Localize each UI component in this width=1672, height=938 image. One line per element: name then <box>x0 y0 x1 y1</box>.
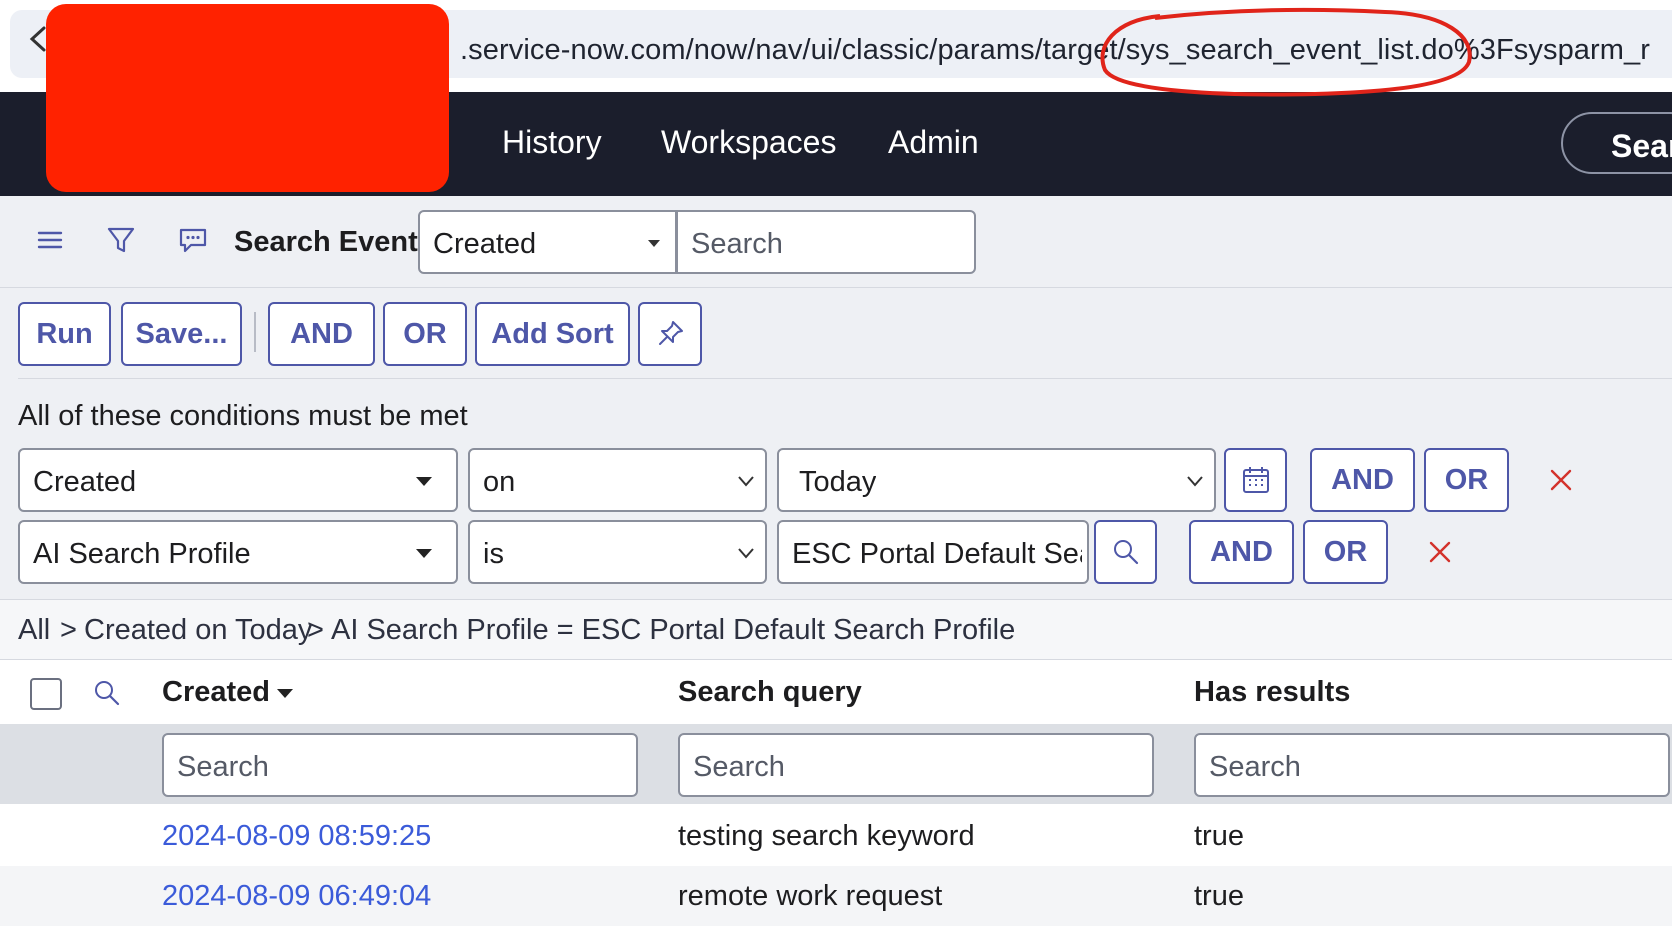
breadcrumb-separator: > <box>60 614 77 646</box>
created-search-input[interactable]: Search <box>162 733 638 797</box>
condition-2-field-value: AI Search Profile <box>33 538 251 570</box>
condition-2-value: ESC Portal Default Sear <box>792 538 1082 570</box>
close-icon[interactable] <box>1546 465 1576 495</box>
search-query-search-input[interactable]: Search <box>678 733 1154 797</box>
conditions-label: All of these conditions must be met <box>18 400 468 432</box>
nav-history[interactable]: History <box>502 124 602 161</box>
save-button[interactable]: Save... <box>121 302 242 366</box>
list-search-input[interactable]: Search <box>676 210 976 274</box>
condition-2-value-input[interactable]: ESC Portal Default Sear <box>777 520 1089 584</box>
condition-2-or-button[interactable]: OR <box>1303 520 1388 584</box>
condition-1-value-select[interactable]: Today <box>777 448 1216 512</box>
add-sort-button[interactable]: Add Sort <box>475 302 630 366</box>
caret-down-icon <box>648 240 660 247</box>
search-icon[interactable] <box>92 678 122 708</box>
condition-1-and-button[interactable]: AND <box>1310 448 1415 512</box>
search-query-cell: remote work request <box>678 880 943 912</box>
search-field-select-value: Created <box>433 228 537 260</box>
close-icon[interactable] <box>1425 537 1455 567</box>
has-results-search-placeholder: Search <box>1209 751 1301 783</box>
condition-1-field-value: Created <box>33 466 137 498</box>
breadcrumb: All > Created on Today > AI Search Profi… <box>0 600 1672 660</box>
condition-1-operator-select[interactable]: on <box>468 448 767 512</box>
caret-down-icon[interactable] <box>277 689 293 698</box>
condition-1-field-select[interactable]: Created <box>18 448 458 512</box>
has-results-search-input[interactable]: Search <box>1194 733 1670 797</box>
chevron-down-icon <box>1187 476 1203 487</box>
toolbar-divider <box>254 312 256 352</box>
table-row[interactable]: 2024-08-09 06:49:04 remote work request … <box>0 866 1672 926</box>
breadcrumb-separator: > <box>307 614 324 646</box>
reference-lookup-button[interactable] <box>1094 520 1157 584</box>
global-search-button[interactable]: Sear <box>1561 112 1672 174</box>
created-link[interactable]: 2024-08-09 08:59:25 <box>162 820 431 853</box>
search-icon <box>1114 540 1139 565</box>
caret-down-icon <box>416 549 432 558</box>
condition-2-operator-select[interactable]: is <box>468 520 767 584</box>
breadcrumb-item-created[interactable]: Created on Today <box>84 614 312 647</box>
calendar-button[interactable] <box>1224 448 1287 512</box>
select-all-checkbox[interactable] <box>30 678 62 710</box>
search-query-search-placeholder: Search <box>693 751 785 783</box>
comment-icon[interactable] <box>175 222 211 258</box>
nav-workspaces[interactable]: Workspaces <box>661 124 836 161</box>
list-title: Search Events <box>234 226 434 258</box>
global-search-label: Sear <box>1611 128 1672 164</box>
calendar-icon <box>1243 467 1269 493</box>
created-link[interactable]: 2024-08-09 06:49:04 <box>162 880 431 913</box>
table-row[interactable]: 2024-08-09 08:59:25 testing search keywo… <box>0 806 1672 866</box>
chevron-down-icon <box>738 476 754 487</box>
breadcrumb-item-profile[interactable]: AI Search Profile = ESC Portal Default S… <box>331 614 1015 647</box>
hamburger-menu-icon[interactable] <box>32 222 68 258</box>
breadcrumb-item-all[interactable]: All <box>18 614 50 647</box>
list-header: Search Events Created Search <box>0 196 1672 288</box>
caret-down-icon <box>416 477 432 486</box>
filter-icon[interactable] <box>103 222 139 258</box>
pin-icon <box>659 321 683 345</box>
redaction-block <box>46 4 449 192</box>
chevron-down-icon <box>738 548 754 559</box>
pin-filter-button[interactable] <box>638 302 702 366</box>
filter-and-button[interactable]: AND <box>268 302 375 366</box>
search-field-select[interactable]: Created <box>418 210 677 274</box>
condition-1-operator-value: on <box>483 466 516 498</box>
annotation-circle <box>1100 8 1472 97</box>
list-search-placeholder: Search <box>691 228 783 260</box>
column-header-created[interactable]: Created <box>162 676 270 709</box>
nav-admin[interactable]: Admin <box>888 124 979 161</box>
column-header-search-query[interactable]: Search query <box>678 676 862 709</box>
filter-panel: Run Save... AND OR Add Sort All of these… <box>0 288 1672 600</box>
table-header: Created Search query Has results <box>0 660 1672 724</box>
column-header-has-results[interactable]: Has results <box>1194 676 1350 709</box>
condition-1-value: Today <box>799 466 877 498</box>
has-results-cell: true <box>1194 820 1244 852</box>
condition-1-or-button[interactable]: OR <box>1424 448 1509 512</box>
filter-or-button[interactable]: OR <box>383 302 467 366</box>
run-button[interactable]: Run <box>18 302 111 366</box>
column-search-row: Search Search Search <box>0 724 1672 804</box>
condition-2-and-button[interactable]: AND <box>1189 520 1294 584</box>
toolbar-separator <box>18 378 1672 379</box>
condition-2-operator-value: is <box>483 538 504 570</box>
has-results-cell: true <box>1194 880 1244 912</box>
condition-2-field-select[interactable]: AI Search Profile <box>18 520 458 584</box>
search-query-cell: testing search keyword <box>678 820 975 852</box>
created-search-placeholder: Search <box>177 751 269 783</box>
